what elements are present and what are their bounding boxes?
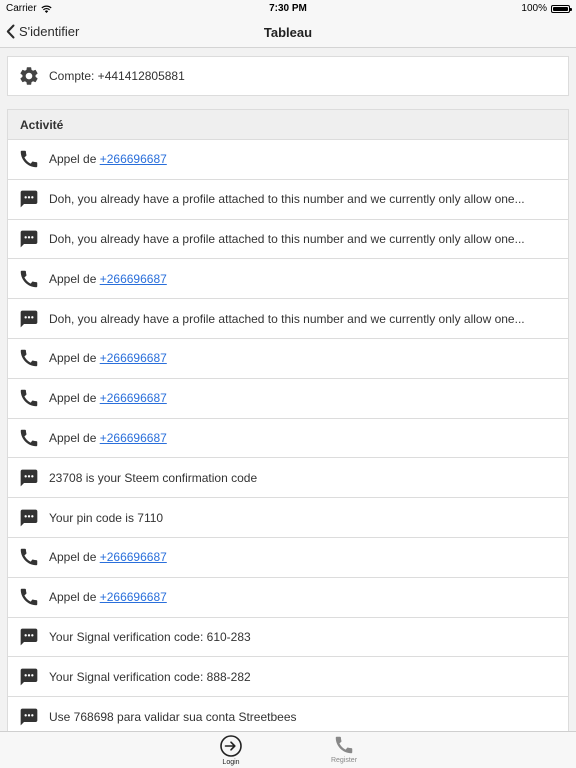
message-icon xyxy=(18,308,40,330)
call-text: Appel de +266696687 xyxy=(49,590,179,604)
message-row[interactable]: Doh, you already have a profile attached… xyxy=(8,179,568,220)
battery-percent: 100% xyxy=(521,3,547,14)
call-prefix: Appel de xyxy=(49,550,100,565)
account-card[interactable]: Compte: +441412805881 xyxy=(7,56,569,96)
message-row[interactable]: Doh, you already have a profile attached… xyxy=(8,299,568,339)
message-text: Your Signal verification code: 610-283 xyxy=(49,629,251,644)
caller-number-link[interactable]: +266696687 xyxy=(100,272,167,286)
message-icon xyxy=(18,188,40,210)
message-row[interactable]: 23708 is your Steem confirmation code xyxy=(8,458,568,499)
call-prefix: Appel de xyxy=(49,351,100,366)
phone-icon xyxy=(335,736,353,754)
message-text: Your Signal verification code: 888-282 xyxy=(49,669,251,684)
status-bar: Carrier 7:30 PM 100% xyxy=(0,0,576,18)
call-row[interactable]: Appel de +266696687 xyxy=(8,378,568,419)
call-row[interactable]: Appel de +266696687 xyxy=(8,577,568,618)
message-icon xyxy=(18,228,40,250)
message-row[interactable]: Your pin code is 7110 xyxy=(8,498,568,538)
message-row[interactable]: Your Signal verification code: 888-282 xyxy=(8,657,568,698)
page-title: Tableau xyxy=(263,25,313,40)
activity-header: Activité xyxy=(8,110,568,140)
activity-section: Activité Appel de +266696687 Doh, you alr… xyxy=(7,109,569,737)
tab-login-label: Login xyxy=(222,759,240,766)
caller-number-link[interactable]: +266696687 xyxy=(100,391,167,405)
gear-icon xyxy=(18,65,40,87)
navigation-bar: S'identifier Tableau xyxy=(0,18,576,48)
call-row[interactable]: Appel de +266696687 xyxy=(8,140,568,180)
battery-group: 100% xyxy=(521,3,572,14)
caller-number-link[interactable]: +266696687 xyxy=(100,351,167,365)
message-text: Doh, you already have a profile attached… xyxy=(49,311,525,326)
call-row[interactable]: Appel de +266696687 xyxy=(8,418,568,459)
caller-number-link[interactable]: +266696687 xyxy=(100,431,167,445)
call-text: Appel de +266696687 xyxy=(49,391,179,405)
caller-number-link[interactable]: +266696687 xyxy=(100,550,167,564)
message-text: Doh, you already have a profile attached… xyxy=(49,192,525,207)
caller-number-link[interactable]: +266696687 xyxy=(100,590,167,604)
call-prefix: Appel de xyxy=(49,590,100,605)
phone-icon xyxy=(18,586,40,608)
message-icon xyxy=(18,706,40,728)
message-icon xyxy=(18,626,40,648)
message-text: 23708 is your Steem confirmation code xyxy=(49,470,258,485)
call-prefix: Appel de xyxy=(49,391,100,406)
tab-register[interactable]: Register xyxy=(309,734,379,764)
phone-icon xyxy=(18,546,40,568)
message-text: Your pin code is 7110 xyxy=(49,510,164,525)
account-label: Compte: +441412805881 xyxy=(49,69,185,83)
message-icon xyxy=(18,467,40,489)
tab-login[interactable]: Login xyxy=(196,734,266,766)
activity-list: Appel de +266696687 Doh, you already have… xyxy=(8,140,568,737)
call-row[interactable]: Appel de +266696687 xyxy=(8,259,568,300)
phone-icon xyxy=(18,148,40,170)
call-row[interactable]: Appel de +266696687 xyxy=(8,338,568,379)
call-prefix: Appel de xyxy=(49,271,100,286)
call-text: Appel de +266696687 xyxy=(49,550,179,564)
message-row[interactable]: Doh, you already have a profile attached… xyxy=(8,219,568,260)
battery-icon xyxy=(551,4,572,13)
message-text: Doh, you already have a profile attached… xyxy=(49,231,525,246)
login-icon xyxy=(220,735,242,757)
call-prefix: Appel de xyxy=(49,430,100,445)
message-text: Use 768698 para validar sua conta Street… xyxy=(49,709,297,724)
phone-icon xyxy=(18,268,40,290)
message-icon xyxy=(18,666,40,688)
phone-icon xyxy=(18,347,40,369)
message-icon xyxy=(18,507,40,529)
tab-register-label: Register xyxy=(330,757,358,764)
phone-icon xyxy=(18,427,40,449)
call-text: Appel de +266696687 xyxy=(49,152,179,166)
call-prefix: Appel de xyxy=(49,152,100,167)
tab-bar: Login Register xyxy=(0,731,576,768)
call-text: Appel de +266696687 xyxy=(49,272,179,286)
call-text: Appel de +266696687 xyxy=(49,431,179,445)
clock: 7:30 PM xyxy=(269,3,307,14)
caller-number-link[interactable]: +266696687 xyxy=(100,152,167,166)
call-text: Appel de +266696687 xyxy=(49,351,179,365)
message-row[interactable]: Your Signal verification code: 610-283 xyxy=(8,617,568,658)
call-row[interactable]: Appel de +266696687 xyxy=(8,537,568,578)
phone-icon xyxy=(18,387,40,409)
